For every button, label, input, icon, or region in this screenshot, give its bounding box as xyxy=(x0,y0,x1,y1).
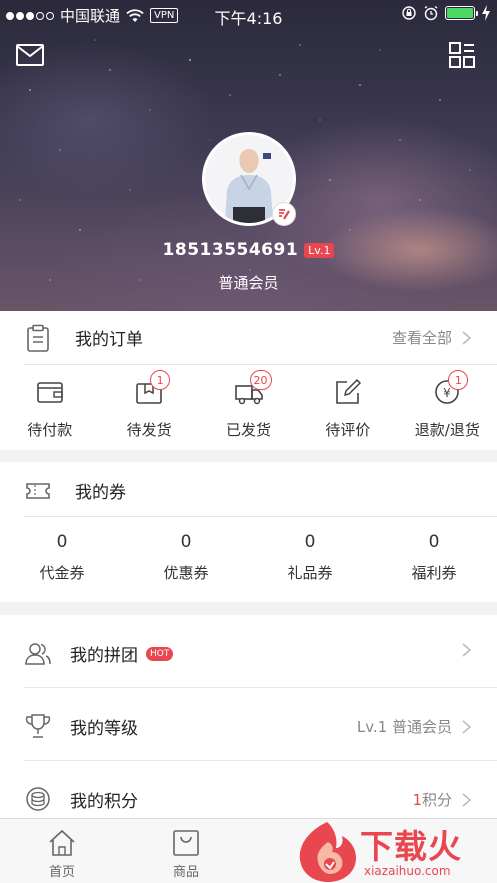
my-orders-row[interactable]: 我的订单 查看全部 xyxy=(0,311,497,364)
coupon-count: 0 xyxy=(304,532,316,552)
my-orders-title: 我的订单 xyxy=(75,330,143,350)
order-status-pending-payment[interactable]: 待付款 xyxy=(0,373,99,443)
orders-section: 我的订单 查看全部 待付款 1 待发货 20 已发货 待评价 ¥ 1 退款/退货 xyxy=(0,311,497,450)
chevron-right-icon xyxy=(462,330,471,345)
my-coupons-title: 我的券 xyxy=(75,483,126,503)
trophy-icon xyxy=(25,714,51,738)
order-status-label: 退款/退货 xyxy=(414,421,480,439)
order-status-bar: 待付款 1 待发货 20 已发货 待评价 ¥ 1 退款/退货 xyxy=(0,370,497,443)
chevron-right-icon xyxy=(462,643,471,657)
order-status-pending-shipment[interactable]: 1 待发货 xyxy=(99,370,198,443)
chevron-right-icon xyxy=(462,719,471,734)
coupon-welfare[interactable]: 0 福利券 xyxy=(372,532,496,583)
coupon-cash-voucher[interactable]: 0 代金券 xyxy=(0,532,124,583)
envelope-icon[interactable] xyxy=(16,44,44,66)
my-points-title: 我的积分 xyxy=(70,792,138,812)
status-bar: 中国联通 VPN 下午4:16 xyxy=(0,0,497,28)
points-number: 1 xyxy=(412,791,422,809)
divider xyxy=(24,364,497,365)
coupon-counts: 0 代金券 0 优惠券 0 礼品券 0 福利券 xyxy=(0,532,497,583)
hot-badge: HOT xyxy=(146,646,174,661)
order-status-refund[interactable]: ¥ 1 退款/退货 xyxy=(398,370,497,443)
points-value: 1积分 xyxy=(412,789,452,810)
watermark-brand: 下载火 xyxy=(360,827,462,866)
battery-icon xyxy=(445,6,478,20)
wallet-icon xyxy=(36,382,63,403)
tab-home[interactable]: 首页 xyxy=(0,819,124,883)
watermark-logo: 下载火 xiazaihuo.com xyxy=(292,818,497,883)
order-status-label: 待付款 xyxy=(27,421,73,439)
qr-code-icon[interactable] xyxy=(449,42,475,68)
group-people-icon xyxy=(25,643,51,665)
my-level-row[interactable]: 我的等级 Lv.1 普通会员 xyxy=(0,688,497,760)
coupon-count: 0 xyxy=(180,532,192,552)
flame-logo-icon xyxy=(299,822,356,882)
divider xyxy=(24,516,497,517)
user-phone: 18513554691 xyxy=(162,240,299,260)
order-status-label: 待评价 xyxy=(325,421,371,439)
coins-icon xyxy=(26,787,50,811)
charging-icon xyxy=(482,5,490,21)
order-status-pending-review[interactable]: 待评价 xyxy=(298,373,397,443)
view-all-label: 查看全部 xyxy=(391,329,452,347)
menu-list: 我的拼团 HOT 我的等级 Lv.1 普通会员 我的积分 1积分 xyxy=(0,615,497,825)
pen-icon xyxy=(336,378,361,404)
tab-label: 首页 xyxy=(48,865,75,880)
coupon-label: 福利券 xyxy=(411,564,457,582)
level-badge: Lv.1 xyxy=(304,242,335,258)
coupon-gift[interactable]: 0 礼品券 xyxy=(248,532,372,583)
svg-text:¥: ¥ xyxy=(444,386,452,400)
group-buy-title: 我的拼团 xyxy=(70,646,138,666)
orientation-lock-icon xyxy=(402,6,416,20)
count-badge: 1 xyxy=(150,370,171,390)
coupon-label: 代金券 xyxy=(39,564,85,582)
tab-products[interactable]: 商品 xyxy=(124,819,248,883)
order-status-label: 待发货 xyxy=(126,421,172,439)
order-status-label: 已发货 xyxy=(226,421,272,439)
coupon-label: 礼品券 xyxy=(287,564,333,582)
order-status-shipped[interactable]: 20 已发货 xyxy=(199,370,298,443)
points-unit: 积分 xyxy=(421,791,452,809)
watermark-domain: xiazaihuo.com xyxy=(364,864,451,878)
coupon-label: 优惠券 xyxy=(163,564,209,582)
member-type: 普通会员 xyxy=(218,274,279,292)
coupon-discount[interactable]: 0 优惠券 xyxy=(124,532,248,583)
clipboard-icon xyxy=(27,324,49,352)
tab-label: 商品 xyxy=(172,865,199,880)
view-all-orders-link[interactable]: 查看全部 xyxy=(392,327,471,348)
profile-header: 中国联通 VPN 下午4:16 18513554691 Lv.1 普通会员 xyxy=(0,0,497,311)
user-identity-row: 18513554691 Lv.1 xyxy=(0,240,497,260)
home-icon xyxy=(49,829,75,856)
ticket-icon xyxy=(26,483,50,499)
alarm-icon xyxy=(424,5,438,21)
coupons-section: 我的券 0 代金券 0 优惠券 0 礼品券 0 福利券 xyxy=(0,462,497,602)
coupon-count: 0 xyxy=(56,532,68,552)
my-level-title: 我的等级 xyxy=(70,719,138,739)
edit-profile-icon[interactable] xyxy=(272,202,296,226)
chevron-right-icon xyxy=(462,792,471,807)
coupon-count: 0 xyxy=(428,532,440,552)
count-badge: 1 xyxy=(448,370,469,390)
group-buy-row[interactable]: 我的拼团 HOT xyxy=(0,615,497,687)
my-coupons-row[interactable]: 我的券 xyxy=(0,464,497,517)
level-value: Lv.1 普通会员 xyxy=(356,718,452,736)
count-badge: 20 xyxy=(249,370,272,390)
bag-icon xyxy=(173,830,199,856)
